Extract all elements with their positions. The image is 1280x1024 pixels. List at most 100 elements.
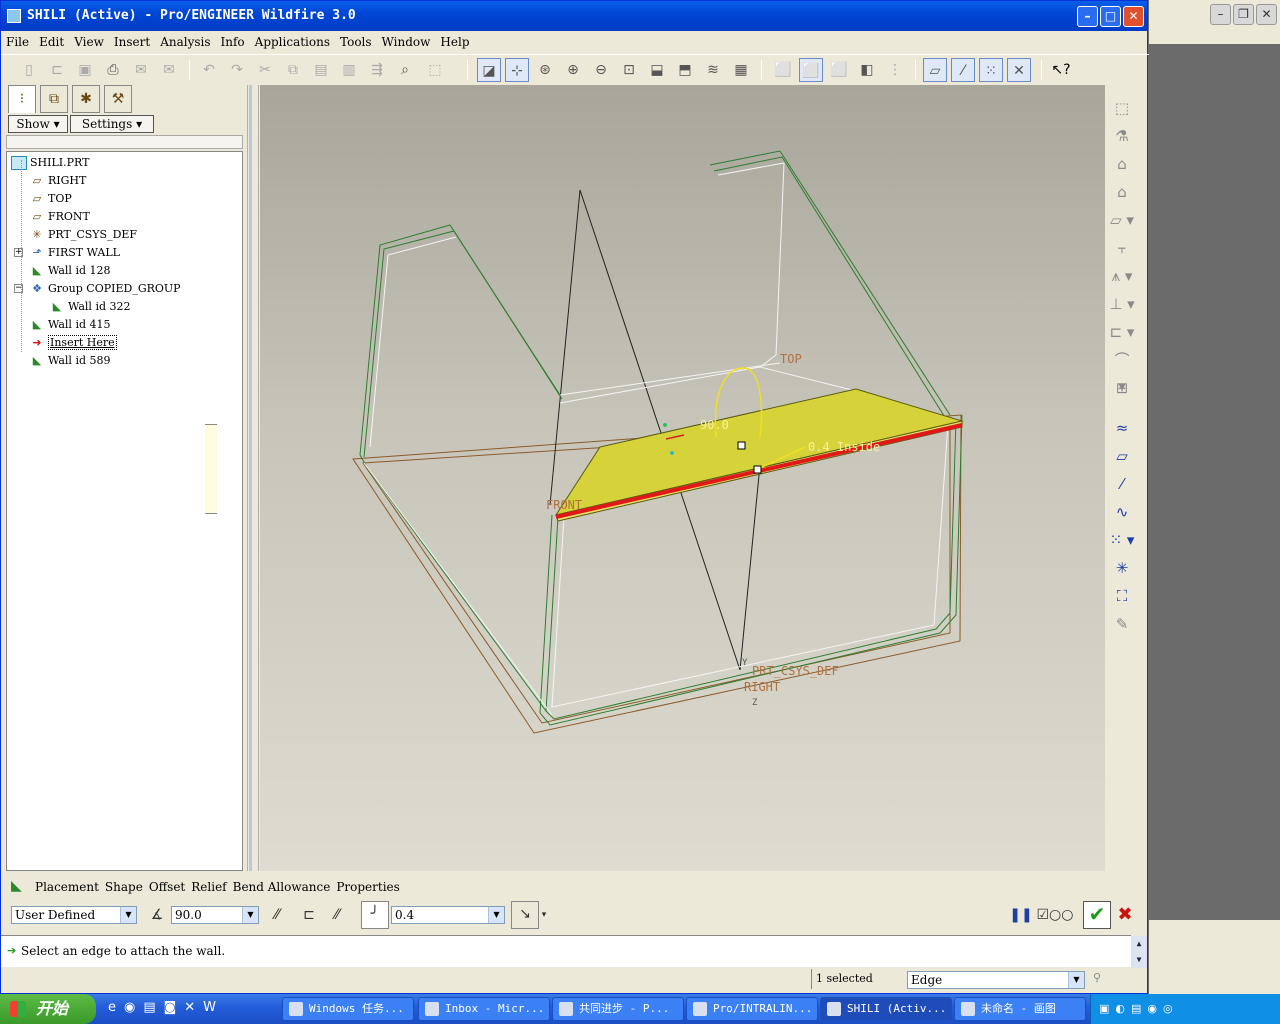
- datum-plane-tool-icon[interactable]: ▱: [1109, 443, 1135, 469]
- analysis-tool-icon[interactable]: ⛶: [1109, 583, 1135, 609]
- print-icon[interactable]: ⎙: [101, 58, 125, 82]
- settings-dropdown[interactable]: Settings ▾: [70, 115, 154, 133]
- tree-item[interactable]: ❖ Group COPIED_GROUP: [29, 280, 181, 298]
- zoom-out-icon[interactable]: ⊖: [589, 58, 613, 82]
- cancel-x-icon[interactable]: ✖: [1113, 903, 1137, 927]
- reorient-icon[interactable]: ⬓: [645, 58, 669, 82]
- menu-window[interactable]: Window: [377, 32, 436, 52]
- start-button[interactable]: 开始: [0, 994, 96, 1024]
- message-scrollbar[interactable]: ▲ ▼: [1131, 936, 1147, 968]
- menu-applications[interactable]: Applications: [250, 32, 335, 52]
- menu-file[interactable]: File: [1, 32, 34, 52]
- unbend-icon[interactable]: ⊏ ▾: [1109, 319, 1135, 345]
- open-file-icon[interactable]: ⊏: [45, 58, 69, 82]
- resize-grip-icon[interactable]: ⚲: [1093, 971, 1109, 989]
- tree-item[interactable]: ✳ PRT_CSYS_DEF: [29, 226, 137, 244]
- favorites-tab-icon[interactable]: ✱: [72, 85, 100, 113]
- flat-pattern-icon[interactable]: ⊞: [1109, 375, 1135, 401]
- datum-curve-tool-icon[interactable]: ∿: [1109, 499, 1135, 525]
- menu-help[interactable]: Help: [435, 32, 474, 52]
- radius-dimension-icon[interactable]: ↘: [511, 901, 539, 929]
- taskbar-button[interactable]: 共同进步 - P...: [552, 997, 684, 1021]
- flange-wall-icon[interactable]: ▱ ▾: [1109, 207, 1135, 233]
- offset-wall-icon[interactable]: ⌂: [1109, 179, 1135, 205]
- wireframe-icon[interactable]: ⬜: [771, 58, 795, 82]
- orient-mode-icon[interactable]: ⊛: [533, 58, 557, 82]
- thickness-input[interactable]: 0.4 ▼: [391, 906, 505, 924]
- shading-icon[interactable]: ◧: [855, 58, 879, 82]
- tree-item-insert-here[interactable]: ➜ Insert Here: [29, 334, 117, 352]
- flip-angle-icon[interactable]: ⁄⁄: [265, 903, 289, 927]
- media-icon[interactable]: ◉: [124, 1000, 143, 1015]
- menu-tools[interactable]: Tools: [335, 32, 377, 52]
- view-manager-icon[interactable]: ▦: [729, 58, 753, 82]
- chevron-down-icon[interactable]: ▾: [537, 903, 551, 927]
- shape-type-select[interactable]: User Defined ▼: [11, 906, 137, 924]
- datum-axes-display-icon[interactable]: ⁄: [951, 58, 975, 82]
- tree-item[interactable]: SHILI.PRT: [11, 154, 89, 172]
- spin-center-icon[interactable]: ⊹: [505, 58, 529, 82]
- tab-placement[interactable]: Placement: [35, 880, 99, 894]
- layers-icon[interactable]: ≋: [701, 58, 725, 82]
- cut-icon[interactable]: ✂: [253, 58, 277, 82]
- rip-icon[interactable]: ⩚ ▾: [1109, 263, 1135, 289]
- revolve-wall-icon[interactable]: ⚗: [1109, 123, 1135, 149]
- datum-axis-tool-icon[interactable]: ⁄: [1109, 471, 1135, 497]
- undo-icon[interactable]: ↶: [197, 58, 221, 82]
- tab-properties[interactable]: Properties: [336, 880, 399, 894]
- close-button[interactable]: ✕: [1123, 6, 1144, 27]
- accept-checkmark-icon[interactable]: ✔: [1083, 901, 1111, 929]
- paste-special-icon[interactable]: ▥: [337, 58, 361, 82]
- hidden-line-icon[interactable]: ⬜: [799, 58, 823, 82]
- tab-bend-allowance[interactable]: Bend Allowance: [233, 880, 331, 894]
- taskbar-button[interactable]: Pro/INTRALIN...: [686, 997, 818, 1021]
- new-file-icon[interactable]: ▯: [17, 58, 41, 82]
- paste-icon[interactable]: ▤: [309, 58, 333, 82]
- pause-icon[interactable]: ❚❚: [1009, 903, 1033, 927]
- csys-display-icon[interactable]: ✕: [1007, 58, 1031, 82]
- send-mail-attach-icon[interactable]: ✉: [157, 58, 181, 82]
- bend-radius-icon[interactable]: ╯: [361, 901, 389, 929]
- tree-item[interactable]: ▱ RIGHT: [29, 172, 87, 190]
- menu-insert[interactable]: Insert: [109, 32, 155, 52]
- app-icon[interactable]: ◙: [164, 1000, 185, 1015]
- excel-icon[interactable]: ✕: [184, 1000, 203, 1015]
- tree-item[interactable]: ◣ Wall id 128: [29, 262, 111, 280]
- pencil-tool-icon[interactable]: ✎: [1109, 611, 1135, 637]
- tab-relief[interactable]: Relief: [191, 880, 226, 894]
- minimize-button[interactable]: –: [1077, 6, 1098, 27]
- zoom-in-icon[interactable]: ⊕: [561, 58, 585, 82]
- menu-info[interactable]: Info: [216, 32, 250, 52]
- tree-item[interactable]: ▱ FRONT: [29, 208, 90, 226]
- tree-item[interactable]: ◣ Wall id 589: [29, 352, 111, 370]
- save-icon[interactable]: ▣: [73, 58, 97, 82]
- blend-wall-icon[interactable]: ⌂: [1109, 151, 1135, 177]
- no-hidden-icon[interactable]: ⬜: [827, 58, 851, 82]
- flip-thickness-icon[interactable]: ⁄⁄: [325, 903, 349, 927]
- model-tree-icon[interactable]: ⋮: [883, 58, 907, 82]
- copy-icon[interactable]: ⧉: [281, 58, 305, 82]
- taskbar-button[interactable]: Windows 任务...: [282, 997, 414, 1021]
- selection-filter[interactable]: Edge ▼: [907, 971, 1085, 989]
- tray-icons[interactable]: ▣◐▤◉◎: [1099, 1002, 1209, 1016]
- datum-planes-display-icon[interactable]: ▱: [923, 58, 947, 82]
- repaint-icon[interactable]: ◪: [477, 58, 501, 82]
- menu-edit[interactable]: Edit: [34, 32, 69, 52]
- angle-input[interactable]: 90.0 ▼: [171, 906, 259, 924]
- panel-splitter[interactable]: [247, 85, 259, 871]
- send-mail-icon[interactable]: ✉: [129, 58, 153, 82]
- bend-icon[interactable]: ⌒ ▾: [1109, 347, 1135, 395]
- menu-view[interactable]: View: [69, 32, 109, 52]
- doc-icon[interactable]: ▤: [143, 1000, 163, 1015]
- datum-points-display-icon[interactable]: ⁙: [979, 58, 1003, 82]
- tree-item[interactable]: ◣ Wall id 322: [49, 298, 131, 316]
- csys-tool-icon[interactable]: ✳: [1109, 555, 1135, 581]
- ie-icon[interactable]: e: [108, 1000, 124, 1015]
- datum-point-tool-icon[interactable]: ⁙ ▾: [1109, 527, 1135, 553]
- taskbar-button[interactable]: 未命名 - 画图: [954, 997, 1086, 1021]
- tab-shape[interactable]: Shape: [105, 880, 143, 894]
- saved-views-icon[interactable]: ⬒: [673, 58, 697, 82]
- extrude-wall-icon[interactable]: ⬚: [1109, 95, 1135, 121]
- angle-dimension[interactable]: 90.0: [700, 418, 729, 432]
- regenerate-icon[interactable]: ⇶: [365, 58, 389, 82]
